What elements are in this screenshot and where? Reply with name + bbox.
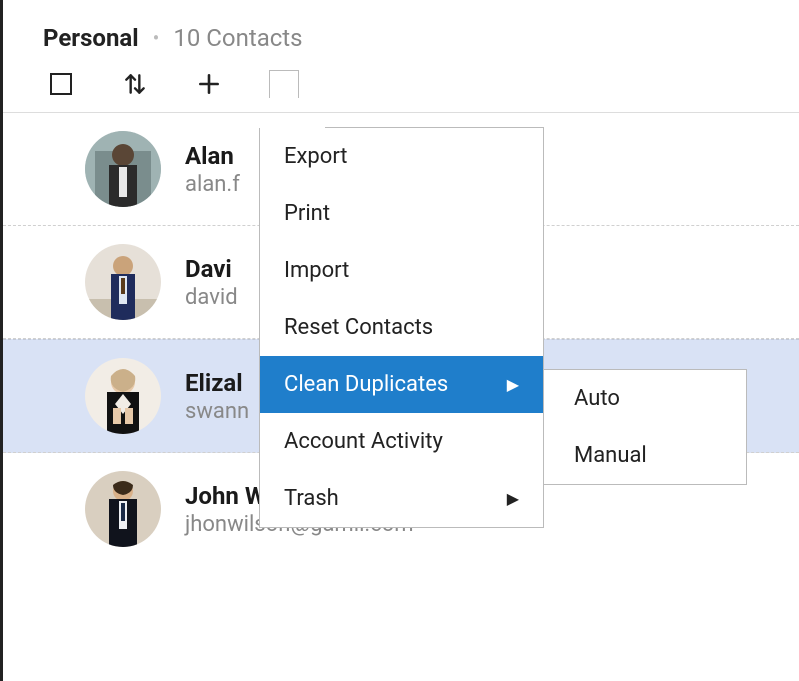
avatar [85,358,161,434]
menu-item-account-activity[interactable]: Account Activity [260,413,543,470]
menu-item-reset-contacts[interactable]: Reset Contacts [260,299,543,356]
contact-name: Davi [185,255,238,283]
menu-item-label: Manual [574,443,647,468]
menu-item-label: Reset Contacts [284,315,433,340]
contact-name: Alan [185,142,240,170]
contact-name: Elizal [185,369,249,397]
menu-item-import[interactable]: Import [260,242,543,299]
avatar [85,471,161,547]
menu-item-clean-duplicates[interactable]: Clean Duplicates ▶ [260,356,543,413]
select-all-checkbox[interactable] [47,70,75,98]
page-title: Personal [43,24,139,52]
submenu-item-auto[interactable]: Auto [544,370,746,427]
sort-icon[interactable] [121,70,149,98]
menu-item-label: Account Activity [284,429,443,454]
contact-email: alan.f [185,172,240,197]
menu-item-export[interactable]: Export [260,128,543,185]
more-options-menu: Export Print Import Reset Contacts Clean… [259,127,544,528]
menu-item-label: Print [284,201,330,226]
contacts-app: Personal • 10 Contacts [0,0,799,681]
more-options-button[interactable] [269,70,299,98]
contact-info: Alan alan.f [185,142,240,197]
chevron-right-icon: ▶ [507,375,519,394]
chevron-right-icon: ▶ [507,489,519,508]
menu-item-print[interactable]: Print [260,185,543,242]
toolbar [3,60,799,112]
contact-email: david [185,285,238,310]
menu-item-label: Clean Duplicates [284,372,448,397]
avatar [85,244,161,320]
avatar [85,131,161,207]
menu-item-label: Trash [284,486,339,511]
menu-item-trash[interactable]: Trash ▶ [260,470,543,527]
contact-count: 10 Contacts [173,24,302,52]
add-contact-button[interactable] [195,70,223,98]
header: Personal • 10 Contacts [3,0,799,60]
menu-item-label: Auto [574,386,620,411]
menu-item-label: Import [284,258,349,283]
contact-info: Davi david [185,255,238,310]
menu-item-label: Export [284,144,348,169]
contact-info: Elizal swann [185,369,249,424]
clean-duplicates-submenu: Auto Manual [543,369,747,485]
contact-email: swann [185,399,249,424]
separator-dot: • [153,26,160,50]
submenu-item-manual[interactable]: Manual [544,427,746,484]
